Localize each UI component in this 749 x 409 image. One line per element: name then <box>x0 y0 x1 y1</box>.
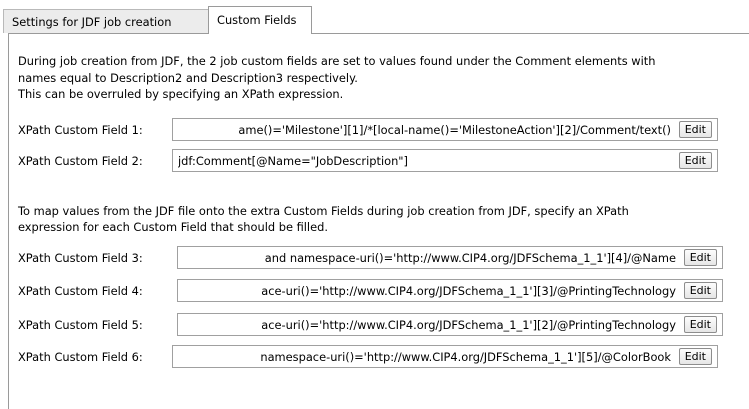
custom-field-5-value: ace-uri()='http://www.CIP4.org/JDFSchema… <box>261 318 676 332</box>
intro-text-line-2: names equal to Description2 and Descript… <box>18 71 358 85</box>
custom-field-1-input[interactable]: ame()='Milestone'][1]/*[local-name()='Mi… <box>172 118 718 141</box>
custom-field-3-value: and namespace-uri()='http://www.CIP4.org… <box>264 251 676 265</box>
custom-field-3-input[interactable]: and namespace-uri()='http://www.CIP4.org… <box>177 246 723 269</box>
custom-field-4-input[interactable]: ace-uri()='http://www.CIP4.org/JDFSchema… <box>177 279 723 302</box>
custom-field-3-edit-button[interactable]: Edit <box>683 249 717 266</box>
custom-field-4-edit-button[interactable]: Edit <box>683 282 717 299</box>
intro-text-line-3: This can be overruled by specifying an X… <box>18 87 344 101</box>
tab-bar: Settings for JDF job creation Custom Fie… <box>0 0 749 34</box>
custom-field-1-label: XPath Custom Field 1: <box>18 123 143 137</box>
intro-text-line-1: During job creation from JDF, the 2 job … <box>18 54 656 68</box>
custom-field-2-input[interactable]: jdf:Comment[@Name="JobDescription"] Edit <box>172 149 718 172</box>
custom-field-5-edit-button[interactable]: Edit <box>683 316 717 333</box>
custom-field-2-edit-button[interactable]: Edit <box>678 152 712 169</box>
tab-settings-jdf-job-creation[interactable]: Settings for JDF job creation <box>3 9 209 33</box>
custom-field-4-label: XPath Custom Field 4: <box>18 284 143 298</box>
custom-field-6-value: namespace-uri()='http://www.CIP4.org/JDF… <box>260 350 671 364</box>
custom-field-2-value: jdf:Comment[@Name="JobDescription"] <box>178 154 408 168</box>
custom-field-2-label: XPath Custom Field 2: <box>18 154 143 168</box>
extra-text-line-1: To map values from the JDF file onto the… <box>18 204 629 218</box>
custom-field-5-label: XPath Custom Field 5: <box>18 318 143 332</box>
custom-field-3-label: XPath Custom Field 3: <box>18 251 143 265</box>
custom-field-1-edit-button[interactable]: Edit <box>678 121 712 138</box>
custom-field-6-input[interactable]: namespace-uri()='http://www.CIP4.org/JDF… <box>172 345 718 368</box>
custom-field-6-label: XPath Custom Field 6: <box>18 350 143 364</box>
tab-custom-fields[interactable]: Custom Fields <box>208 6 312 34</box>
custom-field-1-value: ame()='Milestone'][1]/*[local-name()='Mi… <box>238 123 671 137</box>
custom-field-4-value: ace-uri()='http://www.CIP4.org/JDFSchema… <box>261 284 676 298</box>
extra-text-line-2: expression for each Custom Field that sh… <box>18 220 328 234</box>
custom-field-5-input[interactable]: ace-uri()='http://www.CIP4.org/JDFSchema… <box>177 313 723 336</box>
custom-field-6-edit-button[interactable]: Edit <box>678 348 712 365</box>
